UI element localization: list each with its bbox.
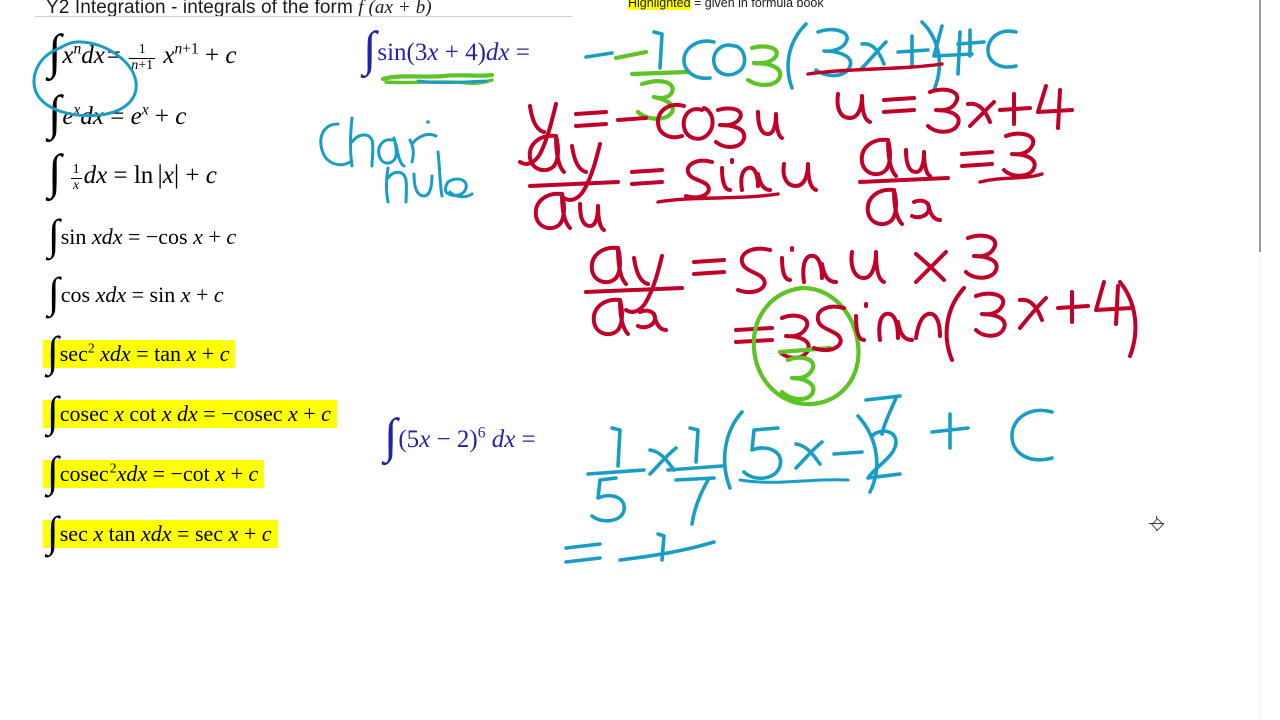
ink-note-substitution	[835, 84, 1074, 134]
formula-sine: ∫sin xdx = −cos x + c	[48, 212, 237, 259]
highlight-background: ∫cosec 2xdx = −cot x + c	[43, 451, 265, 494]
ink-note-dy-du	[527, 133, 818, 232]
highlight-background: ∫cosec x cot x dx = −cosec x + c	[43, 391, 337, 434]
ink-note-chain-rule	[319, 116, 474, 204]
fraction-one-over-x: 1x	[70, 162, 82, 193]
pen-crosshair-cursor	[1149, 516, 1164, 531]
ink-answer-1-bracket-close	[920, 20, 942, 92]
ink-answer-1-four	[932, 24, 974, 76]
legend-highlight-swatch: Highlighted	[628, 0, 691, 10]
ink-note-du-dx	[858, 131, 1044, 227]
ink-answer-1-lead	[584, 51, 614, 59]
formula-exponential: ∫exdx = ex + c	[48, 86, 187, 140]
ink-answer-1-x	[860, 40, 888, 70]
highlight-background: ∫sec x tan xdx = sec x + c	[43, 511, 278, 554]
ink-note-dy-dx-result	[734, 280, 1138, 407]
formula-book-legend: Highlighted = given in formula book	[628, 0, 824, 10]
ink-answer-1-plus	[896, 34, 930, 68]
ink-note-dy-dx	[584, 233, 999, 337]
scrollbar-thumb[interactable]	[1259, 0, 1261, 252]
ink-underline-question-1	[380, 72, 495, 85]
formula-sec-squared: ∫sec2 xdx = tan x + c	[43, 331, 236, 374]
ink-answer-1-minus-one-third	[613, 30, 691, 121]
fraction-one-over-n-plus-1: 1 n+1	[129, 42, 156, 73]
question-1-printed: ∫sin(3x + 4)dx =	[363, 22, 530, 76]
ink-answer-1-three	[814, 27, 853, 78]
ink-underline-3x-plus-4	[806, 62, 944, 76]
question-2-printed: ∫(5x − 2)6 dx =	[384, 409, 536, 463]
formula-sec-tan: ∫sec x tan xdx = sec x + c	[43, 511, 278, 554]
ink-note-y-equals	[518, 102, 784, 166]
formula-reciprocal: ∫ 1x dx = ln |x| + c	[48, 145, 217, 199]
legend-description: = given in formula book	[690, 0, 824, 10]
ink-answer-2	[586, 394, 1054, 526]
whiteboard-canvas[interactable]: Y2 Integration - integrals of the form f…	[0, 0, 1280, 720]
formula-cosine: ∫cos xdx = sin x + c	[48, 270, 224, 317]
ink-answer-1-plus-c	[956, 28, 1018, 69]
ink-answer-2-next-line	[564, 532, 716, 564]
title-divider	[35, 16, 572, 17]
ink-answer-1-cos	[682, 39, 783, 87]
ink-answer-1-bracket-open	[786, 22, 808, 90]
highlight-background: ∫sec2 xdx = tan x + c	[43, 331, 236, 374]
formula-cosec-squared: ∫cosec 2xdx = −cot x + c	[43, 451, 265, 494]
formula-power-rule: ∫xndx = 1 n+1 xn+1 + c	[48, 24, 237, 79]
formula-cosec-cot: ∫cosec x cot x dx = −cosec x + c	[43, 391, 337, 434]
